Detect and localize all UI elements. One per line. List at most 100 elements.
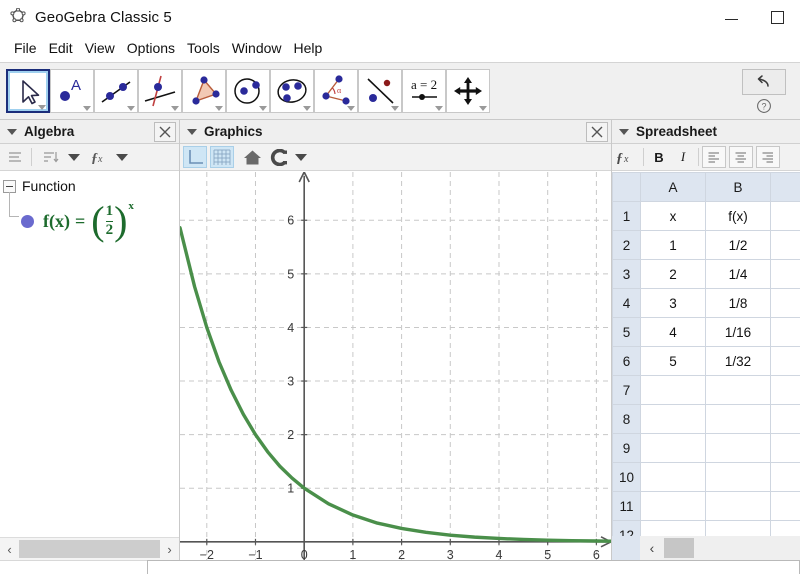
cell-B6[interactable]: 1/32: [705, 346, 771, 376]
auxiliary-objects-button[interactable]: [3, 146, 27, 168]
table-row[interactable]: 3 2 1/4: [612, 259, 800, 289]
cell-B10[interactable]: [705, 462, 771, 492]
algebra-item-function[interactable]: f(x) = ( 1 2 ) x: [0, 192, 179, 240]
menu-tools[interactable]: Tools: [181, 37, 226, 59]
function-curve[interactable]: [180, 226, 611, 543]
cell-C3[interactable]: [770, 259, 800, 289]
polygon-tool[interactable]: [182, 69, 226, 113]
spreadsheet-grid[interactable]: A B 1 x f(x) 2 1 1/2 3 2 1/4 4 3 1/8 5 4 1/16 6 5 1/32 7 8 9…: [612, 172, 800, 550]
row-header[interactable]: 9: [612, 433, 641, 463]
cell-A2[interactable]: 1: [640, 230, 706, 260]
cell-C9[interactable]: [770, 433, 800, 463]
function-plot[interactable]: −2 −1 0 1 2 3 4 5 6123456: [180, 172, 611, 574]
chevron-down-icon[interactable]: [171, 106, 179, 111]
angle-tool[interactable]: α: [314, 69, 358, 113]
close-graphics-button[interactable]: [586, 121, 608, 142]
row-header[interactable]: 4: [612, 288, 641, 318]
scroll-left-arrow-icon[interactable]: ‹: [0, 538, 19, 560]
table-row[interactable]: 6 5 1/32: [612, 346, 800, 376]
cell-A10[interactable]: [640, 462, 706, 492]
cell-B5[interactable]: 1/16: [705, 317, 771, 347]
conic-tool[interactable]: [270, 69, 314, 113]
move-graphics-tool[interactable]: [446, 69, 490, 113]
bold-button[interactable]: B: [647, 146, 671, 168]
table-row[interactable]: 4 3 1/8: [612, 288, 800, 318]
table-row[interactable]: 10: [612, 462, 800, 492]
column-header-a[interactable]: A: [640, 172, 706, 202]
algebra-description-chevron-down-icon[interactable]: [116, 153, 128, 161]
reflect-tool[interactable]: [358, 69, 402, 113]
scroll-right-arrow-icon[interactable]: ›: [160, 538, 179, 560]
point-tool[interactable]: A: [50, 69, 94, 113]
cell-B11[interactable]: [705, 491, 771, 521]
chevron-down-icon[interactable]: [127, 106, 135, 111]
cell-B8[interactable]: [705, 404, 771, 434]
move-tool[interactable]: [6, 69, 50, 113]
collapse-algebra-icon[interactable]: [7, 128, 17, 135]
spreadsheet-scroll-left-arrow-icon[interactable]: ‹: [640, 536, 664, 560]
cell-C1[interactable]: [770, 201, 800, 231]
row-header[interactable]: 11: [612, 491, 641, 521]
cell-C7[interactable]: [770, 375, 800, 405]
table-row[interactable]: 2 1 1/2: [612, 230, 800, 260]
cell-B4[interactable]: 1/8: [705, 288, 771, 318]
spreadsheet-horizontal-scrollbar[interactable]: ‹: [612, 536, 800, 560]
menu-options[interactable]: Options: [121, 37, 181, 59]
sort-by-button[interactable]: [39, 146, 63, 168]
menu-view[interactable]: View: [79, 37, 121, 59]
row-header[interactable]: 7: [612, 375, 641, 405]
menu-help[interactable]: Help: [288, 37, 329, 59]
cell-A4[interactable]: 3: [640, 288, 706, 318]
column-header-b[interactable]: B: [705, 172, 771, 202]
show-grid-button[interactable]: [210, 146, 234, 168]
chevron-down-icon[interactable]: [347, 106, 355, 111]
chevron-down-icon[interactable]: [215, 106, 223, 111]
align-right-button[interactable]: [756, 146, 780, 168]
cell-B7[interactable]: [705, 375, 771, 405]
cell-C11[interactable]: [770, 491, 800, 521]
cell-C2[interactable]: [770, 230, 800, 260]
chevron-down-icon[interactable]: [479, 106, 487, 111]
cell-B2[interactable]: 1/2: [705, 230, 771, 260]
object-visibility-toggle[interactable]: [21, 215, 34, 228]
scrollbar-track[interactable]: [19, 538, 160, 560]
cell-A9[interactable]: [640, 433, 706, 463]
select-all-corner[interactable]: [612, 172, 641, 202]
row-header[interactable]: 2: [612, 230, 641, 260]
chevron-down-icon[interactable]: [259, 106, 267, 111]
slider-tool[interactable]: a = 2: [402, 69, 446, 113]
cell-A5[interactable]: 4: [640, 317, 706, 347]
circle-tool[interactable]: [226, 69, 270, 113]
close-algebra-button[interactable]: [154, 121, 176, 142]
chevron-down-icon[interactable]: [303, 106, 311, 111]
cell-C10[interactable]: [770, 462, 800, 492]
help-button[interactable]: ?: [754, 96, 774, 116]
table-row[interactable]: 5 4 1/16: [612, 317, 800, 347]
row-header[interactable]: 5: [612, 317, 641, 347]
table-row[interactable]: 1 x f(x): [612, 201, 800, 231]
cell-A3[interactable]: 2: [640, 259, 706, 289]
algebra-group-row[interactable]: Function: [0, 172, 179, 194]
cell-A8[interactable]: [640, 404, 706, 434]
spreadsheet-scrollbar-thumb[interactable]: [664, 538, 694, 558]
collapse-function-group-icon[interactable]: [3, 179, 16, 193]
cell-C4[interactable]: [770, 288, 800, 318]
point-capturing-chevron-down-icon[interactable]: [295, 153, 307, 161]
italic-button[interactable]: I: [671, 146, 695, 168]
menu-file[interactable]: File: [8, 37, 43, 59]
maximize-button[interactable]: [754, 0, 800, 34]
menu-window[interactable]: Window: [226, 37, 288, 59]
collapse-spreadsheet-icon[interactable]: [619, 128, 629, 135]
cell-A11[interactable]: [640, 491, 706, 521]
cell-C8[interactable]: [770, 404, 800, 434]
minimize-button[interactable]: [708, 0, 754, 34]
graphics-canvas[interactable]: −2 −1 0 1 2 3 4 5 6 1 2 3 4 5 6: [180, 172, 611, 574]
table-row[interactable]: 11: [612, 491, 800, 521]
table-row[interactable]: 7: [612, 375, 800, 405]
cell-B9[interactable]: [705, 433, 771, 463]
cell-A6[interactable]: 5: [640, 346, 706, 376]
undo-button[interactable]: [742, 69, 786, 95]
algebra-horizontal-scrollbar[interactable]: ‹ ›: [0, 537, 179, 560]
cell-B1[interactable]: f(x): [705, 201, 771, 231]
align-center-button[interactable]: [729, 146, 753, 168]
